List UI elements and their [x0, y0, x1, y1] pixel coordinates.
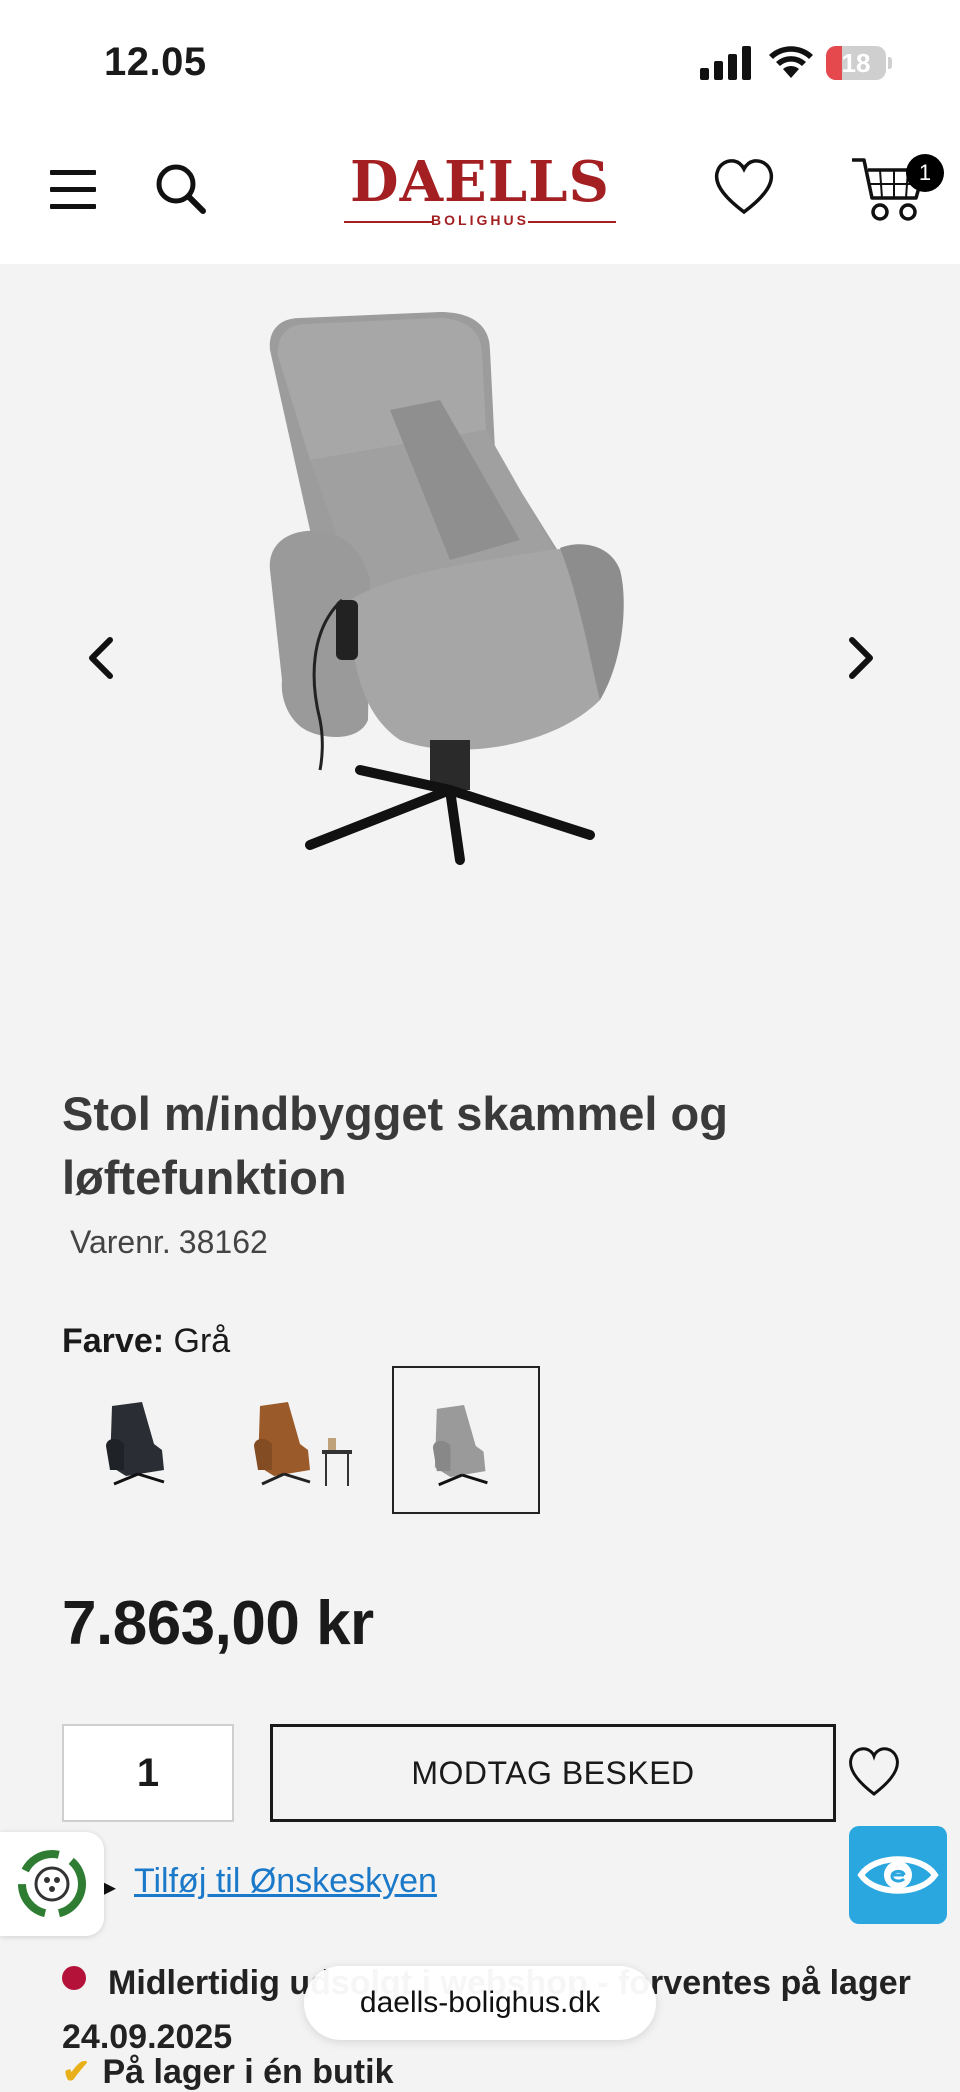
- chevron-right-icon[interactable]: [846, 636, 876, 680]
- wifi-icon: [769, 46, 813, 78]
- accessibility-widget[interactable]: [849, 1826, 947, 1924]
- caret-right-icon: ▸: [102, 1871, 117, 1902]
- checkmark-icon: ✔: [62, 2053, 91, 2091]
- wishlist-heart-icon[interactable]: [712, 156, 776, 218]
- site-header: DAELLS BOLIGHUS: [0, 126, 960, 264]
- sustainability-widget[interactable]: [0, 1832, 104, 1936]
- color-swatch-cognac[interactable]: [230, 1366, 378, 1514]
- add-to-wishlist-link[interactable]: Tilføj til Ønskeskyen: [134, 1862, 437, 1901]
- site-logo[interactable]: DAELLS BOLIGHUS: [344, 154, 616, 230]
- product-title: Stol m/indbygget skammel og løftefunktio…: [62, 1087, 728, 1204]
- store-stock-text: På lager i én butik: [102, 2053, 394, 2091]
- out-of-stock-dot-icon: [62, 1966, 86, 1990]
- color-selector-label: Farve: Grå: [62, 1322, 230, 1361]
- add-to-wishlist-heart-icon[interactable]: [846, 1744, 902, 1798]
- store-stock: ✔ På lager i én butik: [62, 2052, 393, 2092]
- clock: 12.05: [104, 40, 207, 84]
- quantity-input[interactable]: 1: [62, 1724, 234, 1822]
- sku-value: 38162: [178, 1224, 268, 1260]
- color-swatch-grey[interactable]: [392, 1366, 540, 1514]
- cellular-signal-icon: [700, 46, 751, 80]
- product-sku: Varenr. 38162: [62, 1224, 268, 1261]
- notify-me-button[interactable]: MODTAG BESKED: [270, 1724, 836, 1822]
- color-value: Grå: [173, 1322, 231, 1360]
- browser-url-bar[interactable]: daells-bolighus.dk: [304, 1966, 656, 2040]
- color-swatch-black[interactable]: [62, 1366, 210, 1514]
- eye-icon: [857, 1856, 939, 1894]
- product-price: 7.863,00 kr: [62, 1589, 374, 1658]
- chevron-left-icon[interactable]: [86, 636, 116, 680]
- cart-count-badge: 1: [906, 154, 944, 192]
- color-label: Farve:: [62, 1322, 165, 1360]
- recycle-icon: [18, 1850, 86, 1918]
- search-icon[interactable]: [152, 160, 208, 216]
- status-bar: 12.05 18: [0, 0, 960, 126]
- sku-label: Varenr.: [70, 1224, 171, 1260]
- product-image: [269, 312, 624, 865]
- menu-icon[interactable]: [50, 170, 98, 210]
- battery-icon: 18: [826, 46, 892, 80]
